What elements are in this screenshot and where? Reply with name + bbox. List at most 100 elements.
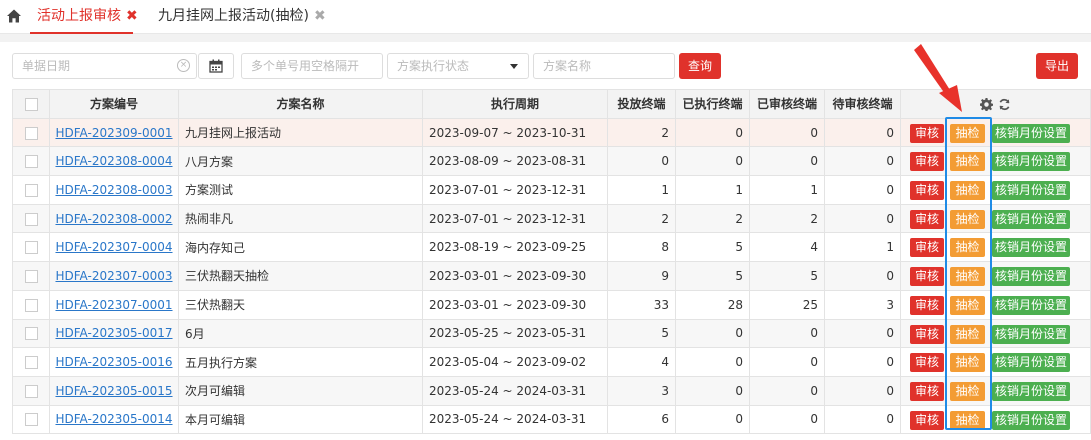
spot-check-button[interactable]: 抽检 — [950, 238, 985, 258]
code-link[interactable]: HDFA-202309-0001 — [55, 126, 172, 140]
monthly-settings-button[interactable]: 核销月份设置 — [992, 410, 1070, 430]
home-icon[interactable] — [6, 8, 22, 24]
close-icon[interactable]: ✖ — [314, 0, 326, 32]
row-checkbox[interactable] — [24, 155, 38, 169]
spot-check-button[interactable]: 抽检 — [950, 181, 985, 201]
date-input[interactable] — [22, 59, 196, 73]
spot-check-button[interactable]: 抽检 — [950, 381, 985, 401]
row-checkbox[interactable] — [24, 327, 38, 341]
row-checkbox-cell[interactable] — [12, 261, 50, 291]
row-checkbox-cell[interactable] — [12, 203, 50, 234]
refresh-icon[interactable] — [998, 98, 1011, 111]
select-all-checkbox[interactable] — [24, 97, 38, 111]
code-link[interactable]: HDFA-202305-0014 — [55, 412, 172, 426]
table-row[interactable]: HDFA-202308-0003 方案测试 2023-07-01 ~ 2023-12… — [12, 175, 1091, 205]
monthly-settings-button[interactable]: 核销月份设置 — [992, 238, 1070, 258]
review-button[interactable]: 审核 — [910, 295, 944, 315]
table-row[interactable]: HDFA-202307-0003 三伏热翻天抽检 2023-03-01 ~ 2023… — [12, 261, 1091, 291]
spot-check-button[interactable]: 抽检 — [950, 353, 985, 373]
table-row[interactable]: HDFA-202305-0015 次月可编辑 2023-05-24 ~ 2024-0… — [12, 375, 1091, 406]
monthly-settings-button[interactable]: 核销月份设置 — [992, 267, 1070, 287]
row-checkbox[interactable] — [24, 269, 38, 283]
code-link[interactable]: HDFA-202307-0004 — [55, 240, 172, 254]
table-row[interactable]: HDFA-202307-0001 三伏热翻天 2023-03-01 ~ 2023-0… — [12, 289, 1091, 320]
period-cell: 2023-05-24 ~ 2024-03-31 — [422, 375, 608, 406]
monthly-settings-button[interactable]: 核销月份设置 — [992, 209, 1070, 229]
spot-check-button[interactable]: 抽检 — [950, 324, 985, 344]
code-link[interactable]: HDFA-202308-0002 — [55, 212, 172, 226]
monthly-settings-button[interactable]: 核销月份设置 — [992, 381, 1070, 401]
codes-input[interactable] — [251, 59, 382, 73]
row-checkbox[interactable] — [24, 356, 38, 370]
row-checkbox-cell[interactable] — [12, 347, 50, 377]
monthly-settings-button[interactable]: 核销月份设置 — [992, 324, 1070, 344]
row-checkbox[interactable] — [24, 384, 38, 398]
clear-icon[interactable]: × — [177, 59, 190, 72]
monthly-settings-button[interactable]: 核销月份设置 — [992, 353, 1070, 373]
review-button[interactable]: 审核 — [910, 238, 944, 258]
review-button[interactable]: 审核 — [910, 209, 944, 229]
tab-september-activity[interactable]: 九月挂网上报活动(抽检) ✖ — [152, 0, 326, 34]
header-checkbox-cell[interactable] — [12, 89, 50, 119]
row-checkbox-cell[interactable] — [12, 232, 50, 263]
review-button[interactable]: 审核 — [910, 410, 944, 430]
tab-activity-review[interactable]: 活动上报审核 ✖ — [30, 0, 138, 34]
spot-check-button[interactable]: 抽检 — [950, 295, 985, 315]
row-checkbox[interactable] — [24, 241, 38, 255]
row-checkbox[interactable] — [24, 126, 38, 140]
date-field[interactable]: × — [12, 53, 197, 79]
row-checkbox-cell[interactable] — [12, 175, 50, 205]
row-checkbox[interactable] — [24, 183, 38, 197]
review-button[interactable]: 审核 — [910, 381, 944, 401]
status-select[interactable]: 方案执行状态 — [387, 53, 529, 79]
row-checkbox-cell[interactable] — [12, 117, 50, 148]
row-checkbox-cell[interactable] — [12, 289, 50, 320]
row-checkbox-cell[interactable] — [12, 375, 50, 406]
table-row[interactable]: HDFA-202307-0004 海内存知己 2023-08-19 ~ 2023-0… — [12, 232, 1091, 263]
spot-check-button[interactable]: 抽检 — [950, 123, 985, 143]
review-button[interactable]: 审核 — [910, 353, 944, 373]
code-link[interactable]: HDFA-202308-0003 — [55, 183, 172, 197]
monthly-settings-button[interactable]: 核销月份设置 — [992, 123, 1070, 143]
name-input[interactable] — [543, 59, 674, 73]
close-icon[interactable]: ✖ — [126, 0, 138, 32]
gear-icon[interactable] — [979, 97, 994, 112]
table-row[interactable]: HDFA-202308-0004 八月方案 2023-08-09 ~ 2023-08… — [12, 146, 1091, 177]
name-field[interactable] — [533, 53, 675, 79]
row-checkbox-cell[interactable] — [12, 146, 50, 177]
table-row[interactable]: HDFA-202305-0017 6月 2023-05-25 ~ 2023-05-3… — [12, 318, 1091, 349]
query-button[interactable]: 查询 — [679, 53, 721, 79]
table-row[interactable]: HDFA-202308-0002 热闹非凡 2023-07-01 ~ 2023-12… — [12, 203, 1091, 234]
calendar-button[interactable] — [198, 53, 234, 79]
code-link[interactable]: HDFA-202305-0017 — [55, 326, 172, 340]
code-link[interactable]: HDFA-202305-0016 — [55, 355, 172, 369]
export-button[interactable]: 导出 — [1036, 53, 1078, 79]
spot-check-button[interactable]: 抽检 — [950, 152, 985, 172]
row-checkbox-cell[interactable] — [12, 318, 50, 349]
spot-check-button[interactable]: 抽检 — [950, 267, 985, 287]
spot-check-button[interactable]: 抽检 — [950, 209, 985, 229]
monthly-settings-button[interactable]: 核销月份设置 — [992, 181, 1070, 201]
row-checkbox[interactable] — [24, 298, 38, 312]
chevron-down-icon — [510, 64, 518, 69]
row-checkbox[interactable] — [24, 413, 38, 427]
review-button[interactable]: 审核 — [910, 181, 944, 201]
placed-cell: 4 — [607, 347, 676, 377]
spot-check-button[interactable]: 抽检 — [950, 410, 985, 430]
review-button[interactable]: 审核 — [910, 152, 944, 172]
row-checkbox[interactable] — [24, 212, 38, 226]
code-link[interactable]: HDFA-202308-0004 — [55, 154, 172, 168]
review-button[interactable]: 审核 — [910, 267, 944, 287]
monthly-settings-button[interactable]: 核销月份设置 — [992, 295, 1070, 315]
table-row[interactable]: HDFA-202305-0014 本月可编辑 2023-05-24 ~ 2024-0… — [12, 404, 1091, 435]
review-button[interactable]: 审核 — [910, 123, 944, 143]
table-row[interactable]: HDFA-202309-0001 九月挂网上报活动 2023-09-07 ~ 202… — [12, 117, 1091, 148]
code-link[interactable]: HDFA-202305-0015 — [55, 384, 172, 398]
codes-field[interactable] — [241, 53, 383, 79]
monthly-settings-button[interactable]: 核销月份设置 — [992, 152, 1070, 172]
code-link[interactable]: HDFA-202307-0003 — [55, 269, 172, 283]
review-button[interactable]: 审核 — [910, 324, 944, 344]
code-link[interactable]: HDFA-202307-0001 — [55, 298, 172, 312]
row-checkbox-cell[interactable] — [12, 404, 50, 435]
table-row[interactable]: HDFA-202305-0016 五月执行方案 2023-05-04 ~ 2023-… — [12, 347, 1091, 377]
